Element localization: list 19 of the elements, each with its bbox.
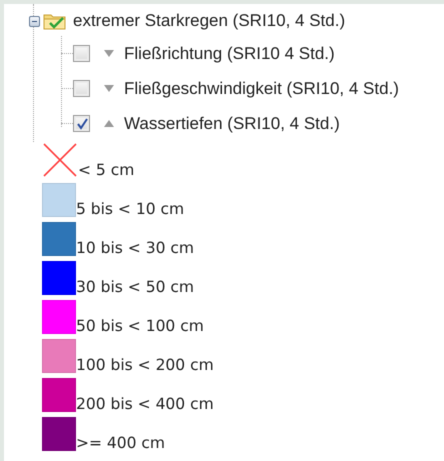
triangle-up-icon[interactable] bbox=[104, 120, 114, 127]
layer-label: Fließrichtung (SRI10 4 Std.) bbox=[124, 44, 335, 64]
legend-label: 30 bis < 50 cm bbox=[76, 278, 194, 296]
layer-checkbox[interactable] bbox=[73, 115, 90, 132]
layer-checkbox[interactable] bbox=[73, 80, 90, 97]
collapse-toggle[interactable] bbox=[29, 16, 40, 26]
legend-label: < 5 cm bbox=[78, 161, 134, 179]
layer-checkbox[interactable] bbox=[73, 45, 90, 62]
legend-label: 10 bis < 30 cm bbox=[76, 239, 194, 257]
layer-label: Wassertiefen (SRI10, 4 Std.) bbox=[124, 114, 340, 134]
legend-label: >= 400 cm bbox=[76, 434, 166, 452]
legend-label: 100 bis < 200 cm bbox=[76, 356, 214, 374]
legend-label: 50 bis < 100 cm bbox=[76, 317, 204, 335]
triangle-down-icon[interactable] bbox=[104, 85, 114, 92]
legend-label: 200 bis < 400 cm bbox=[76, 395, 214, 413]
triangle-down-icon[interactable] bbox=[104, 50, 114, 57]
layer-group-label: extremer Starkregen (SRI10, 4 Std.) bbox=[73, 11, 346, 31]
legend-label: 5 bis < 10 cm bbox=[76, 200, 184, 218]
layer-label: Fließgeschwindigkeit (SRI10, 4 Std.) bbox=[124, 78, 399, 98]
